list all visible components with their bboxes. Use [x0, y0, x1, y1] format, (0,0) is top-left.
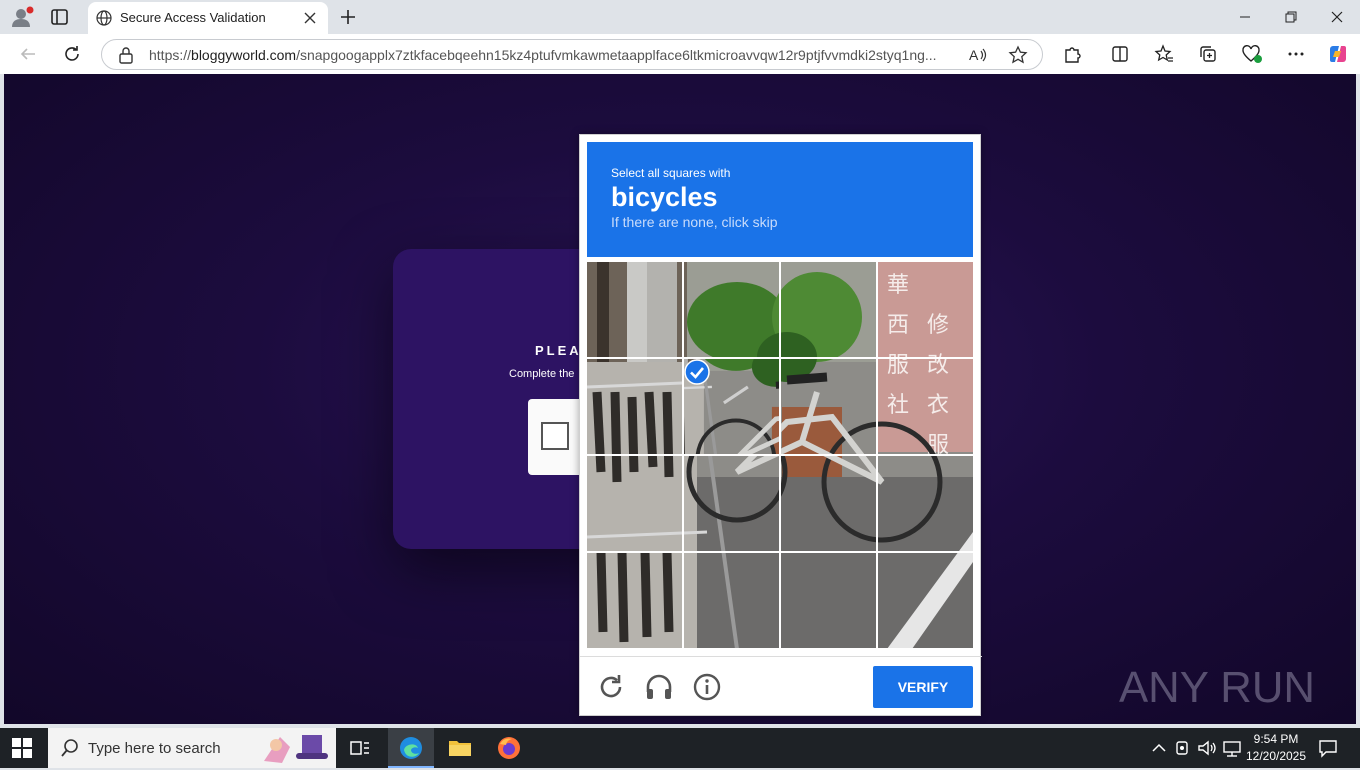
taskbar-edge[interactable] — [388, 728, 434, 768]
show-hidden-icons[interactable] — [1151, 740, 1167, 761]
page-viewport: PLEAS Complete the ANY RUN Select all sq… — [4, 74, 1356, 724]
captcha-tile[interactable] — [878, 553, 973, 648]
close-window-icon[interactable] — [1314, 2, 1360, 32]
svg-text:ANY RUN: ANY RUN — [1119, 663, 1315, 712]
read-aloud-icon[interactable]: A — [968, 45, 988, 70]
favorite-star-icon[interactable] — [1008, 45, 1028, 70]
split-screen-icon[interactable] — [1106, 40, 1134, 68]
challenge-prompt: Select all squares with bicycles If ther… — [587, 142, 973, 257]
captcha-checkbox[interactable] — [541, 422, 569, 450]
verify-button[interactable]: VERIFY — [873, 666, 973, 708]
file-explorer-icon[interactable] — [448, 736, 472, 765]
reload-challenge-icon[interactable] — [596, 672, 626, 702]
windows-start-icon[interactable] — [12, 738, 32, 763]
collections-icon[interactable] — [1194, 40, 1222, 68]
prompt-instruction: Select all squares with — [611, 166, 731, 180]
image-grid: 華 修 西 改 服 衣 社 服 — [587, 262, 973, 649]
card-subtext: Complete the — [509, 368, 575, 380]
tab-strip: Secure Access Validation — [0, 0, 1360, 34]
prompt-target: bicycles — [611, 182, 718, 212]
captcha-challenge: Select all squares with bicycles If ther… — [579, 134, 982, 716]
captcha-tile[interactable] — [781, 359, 876, 454]
selected-check-icon — [684, 359, 710, 385]
close-tab-icon[interactable] — [302, 10, 318, 26]
firefox-icon[interactable] — [497, 736, 521, 765]
browser-essentials-icon[interactable] — [1238, 40, 1266, 68]
volume-icon[interactable] — [1197, 739, 1217, 762]
minimize-icon[interactable] — [1222, 2, 1268, 32]
svg-text:A: A — [969, 47, 979, 63]
task-view-icon[interactable] — [348, 736, 372, 765]
tab-actions-icon[interactable] — [48, 7, 72, 27]
captcha-tile[interactable] — [587, 456, 682, 551]
captcha-tile[interactable] — [781, 262, 876, 357]
anyrun-watermark: ANY RUN — [1117, 652, 1317, 722]
notifications-icon[interactable] — [1318, 738, 1338, 763]
info-icon[interactable] — [692, 672, 722, 702]
restore-icon[interactable] — [1268, 2, 1314, 32]
search-highlight-icon — [260, 731, 332, 770]
refresh-icon[interactable] — [58, 40, 86, 68]
new-tab-icon[interactable] — [336, 6, 360, 28]
device-icon[interactable] — [1174, 739, 1192, 762]
captcha-tile[interactable] — [878, 456, 973, 551]
clock-date[interactable]: 12/20/2025 — [1244, 749, 1308, 763]
captcha-tile[interactable] — [587, 359, 682, 454]
captcha-tile[interactable] — [587, 553, 682, 648]
lock-icon[interactable] — [118, 46, 134, 69]
taskbar: Type here to search 9:54 PM 12/20/2025 — [0, 728, 1360, 768]
copilot-icon[interactable] — [1324, 40, 1352, 68]
footer-divider — [580, 656, 982, 657]
captcha-tile[interactable] — [684, 359, 779, 454]
taskbar-search[interactable]: Type here to search — [48, 728, 336, 768]
captcha-tile[interactable] — [878, 262, 973, 357]
profile-icon[interactable] — [10, 6, 34, 28]
network-icon[interactable] — [1222, 739, 1242, 762]
audio-challenge-icon[interactable] — [644, 672, 674, 702]
more-menu-icon[interactable] — [1282, 40, 1310, 68]
tab-secure-access[interactable]: Secure Access Validation — [88, 2, 328, 34]
tab-title: Secure Access Validation — [120, 10, 266, 25]
address-bar[interactable]: https://bloggyworld.com/snapgoogapplx7zt… — [101, 39, 1043, 70]
captcha-tile[interactable] — [781, 456, 876, 551]
extensions-icon[interactable] — [1058, 40, 1086, 68]
captcha-tile[interactable] — [587, 262, 682, 357]
captcha-tile[interactable] — [684, 456, 779, 551]
favorites-icon[interactable] — [1150, 40, 1178, 68]
captcha-tile[interactable] — [878, 359, 973, 454]
captcha-tile[interactable] — [781, 553, 876, 648]
captcha-tile[interactable] — [684, 262, 779, 357]
search-icon — [60, 738, 80, 763]
prompt-hint: If there are none, click skip — [611, 214, 778, 230]
captcha-tile[interactable] — [684, 553, 779, 648]
browser-toolbar: https://bloggyworld.com/snapgoogapplx7zt… — [0, 34, 1360, 74]
globe-icon — [96, 10, 112, 26]
url-text[interactable]: https://bloggyworld.com/snapgoogapplx7zt… — [149, 47, 949, 63]
back-icon[interactable] — [14, 40, 42, 68]
clock-time[interactable]: 9:54 PM — [1244, 732, 1308, 746]
search-placeholder: Type here to search — [88, 740, 221, 757]
